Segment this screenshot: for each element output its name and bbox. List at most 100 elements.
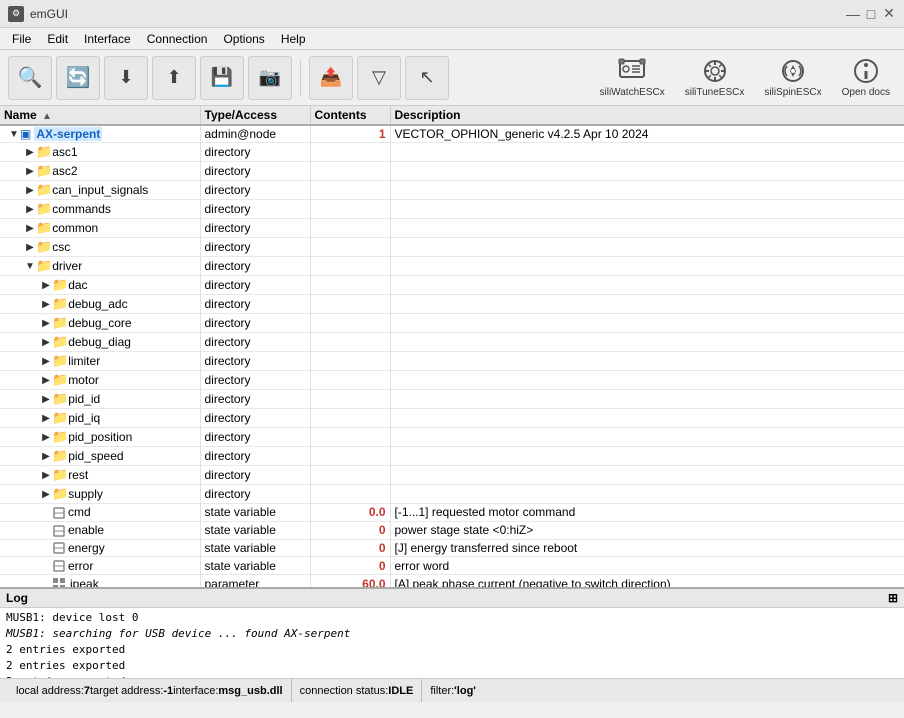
refresh-icon: 🔄 (66, 65, 91, 90)
table-row[interactable]: ▶📁asc2directory (0, 162, 904, 181)
search-icon: 🔍 (18, 65, 43, 90)
expand-button[interactable]: ▶ (24, 165, 36, 177)
desc-cell: VECTOR_OPHION_generic v4.2.5 Apr 10 2024 (390, 125, 904, 143)
expand-button[interactable]: ▶ (24, 146, 36, 158)
table-row[interactable]: ▶📁debug_adcdirectory (0, 295, 904, 314)
col-type-header[interactable]: Type/Access (200, 106, 310, 125)
table-row[interactable]: ▶📁debug_diagdirectory (0, 333, 904, 352)
log-expand-icon[interactable]: ⊞ (888, 591, 898, 605)
contents-cell: 0 (310, 539, 390, 557)
interface-label: interface: (173, 685, 218, 697)
flash-button[interactable]: 💾 (200, 56, 244, 100)
table-row[interactable]: energystate variable0[J] energy transfer… (0, 539, 904, 557)
table-row[interactable]: ▶📁pid_positiondirectory (0, 428, 904, 447)
expand-button[interactable]: ▶ (40, 374, 52, 386)
table-row[interactable]: ▶📁pid_iqdirectory (0, 409, 904, 428)
table-row[interactable]: ▶📁pid_iddirectory (0, 390, 904, 409)
screenshot-button[interactable]: 📷 (248, 56, 292, 100)
node-name: error (68, 559, 93, 573)
col-name-header[interactable]: Name ▲ (0, 106, 200, 125)
desc-cell (390, 143, 904, 162)
download-button[interactable]: ⬇ (104, 56, 148, 100)
table-row[interactable]: ▶📁commandsdirectory (0, 200, 904, 219)
table-row[interactable]: cmdstate variable0.0[-1...1] requested m… (0, 504, 904, 522)
table-row[interactable]: ▶📁motordirectory (0, 371, 904, 390)
log-content[interactable]: MUSB1: device lost 0MUSB1: searching for… (0, 608, 904, 678)
type-cell: directory (200, 162, 310, 181)
table-row[interactable]: ▶📁cscdirectory (0, 238, 904, 257)
table-row[interactable]: ▶📁supplydirectory (0, 485, 904, 504)
minimize-button[interactable]: — (846, 7, 860, 21)
refresh-button[interactable]: 🔄 (56, 56, 100, 100)
param-icon (52, 576, 68, 588)
table-row[interactable]: ipeakparameter60.0[A] peak phase current… (0, 575, 904, 588)
silitunescx-button[interactable]: siliTuneESCx (679, 53, 751, 102)
type-cell: state variable (200, 557, 310, 575)
upload-button[interactable]: ⬆ (152, 56, 196, 100)
toolbar-right: siliWatchESCx siliTuneESCx (594, 53, 896, 102)
expand-button[interactable]: ▶ (40, 317, 52, 329)
table-row[interactable]: ▼▣AX-serpentadmin@node1VECTOR_OPHION_gen… (0, 125, 904, 143)
menu-edit[interactable]: Edit (39, 30, 76, 48)
expand-button[interactable]: ▶ (40, 450, 52, 462)
expand-button[interactable]: ▶ (40, 336, 52, 348)
expand-button[interactable]: ▶ (40, 412, 52, 424)
node-name: commands (52, 202, 111, 216)
filter-button[interactable]: ▽ (357, 56, 401, 100)
expand-button[interactable]: ▶ (24, 241, 36, 253)
table-row[interactable]: enablestate variable0power stage state <… (0, 521, 904, 539)
cursor-button[interactable]: ↖ (405, 56, 449, 100)
desc-cell (390, 200, 904, 219)
siliwatchescx-button[interactable]: siliWatchESCx (594, 53, 671, 102)
table-row[interactable]: ▶📁debug_coredirectory (0, 314, 904, 333)
connection-status-value: IDLE (388, 685, 413, 697)
desc-cell: [-1...1] requested motor command (390, 504, 904, 522)
desc-cell (390, 390, 904, 409)
expand-button[interactable]: ▶ (40, 488, 52, 500)
col-desc-header[interactable]: Description (390, 106, 904, 125)
expand-button[interactable]: ▶ (24, 184, 36, 196)
table-row[interactable]: ▶📁asc1directory (0, 143, 904, 162)
upload-icon: ⬆ (166, 67, 181, 88)
menu-help[interactable]: Help (273, 30, 314, 48)
tree-table-container[interactable]: Name ▲ Type/Access Contents Description … (0, 106, 904, 588)
menu-file[interactable]: File (4, 30, 39, 48)
expand-button[interactable]: ▶ (40, 355, 52, 367)
expand-button[interactable]: ▶ (24, 203, 36, 215)
node-name: debug_core (68, 316, 131, 330)
expand-button[interactable]: ▶ (40, 298, 52, 310)
desc-cell (390, 466, 904, 485)
table-row[interactable]: ▶📁can_input_signalsdirectory (0, 181, 904, 200)
expand-button[interactable]: ▶ (40, 469, 52, 481)
type-cell: directory (200, 219, 310, 238)
camera-icon: 📷 (259, 67, 281, 88)
menu-connection[interactable]: Connection (139, 30, 216, 48)
table-row[interactable]: ▶📁pid_speeddirectory (0, 447, 904, 466)
table-row[interactable]: ▶📁commondirectory (0, 219, 904, 238)
node-name: supply (68, 487, 103, 501)
app-title: emGUI (30, 7, 68, 21)
menu-interface[interactable]: Interface (76, 30, 139, 48)
search-button[interactable]: 🔍 (8, 56, 52, 100)
menu-bar: File Edit Interface Connection Options H… (0, 28, 904, 50)
expand-button[interactable]: ▼ (24, 260, 36, 272)
table-row[interactable]: errorstate variable0error word (0, 557, 904, 575)
table-row[interactable]: ▼📁driverdirectory (0, 257, 904, 276)
maximize-button[interactable]: □ (864, 7, 878, 21)
open-docs-button[interactable]: Open docs (836, 53, 896, 102)
expand-button[interactable]: ▶ (24, 222, 36, 234)
expand-button[interactable]: ▶ (40, 393, 52, 405)
app-icon: ⚙ (8, 6, 24, 22)
expand-button[interactable]: ▼ (8, 128, 20, 140)
silispinescx-button[interactable]: siliSpinESCx (758, 53, 827, 102)
menu-options[interactable]: Options (215, 30, 272, 48)
close-button[interactable]: ✕ (882, 7, 896, 21)
table-row[interactable]: ▶📁limiterdirectory (0, 352, 904, 371)
col-contents-header[interactable]: Contents (310, 106, 390, 125)
expand-button[interactable]: ▶ (40, 431, 52, 443)
table-row[interactable]: ▶📁restdirectory (0, 466, 904, 485)
export-button[interactable]: 📤 (309, 56, 353, 100)
log-line: 2 entries exported (6, 658, 898, 674)
expand-button[interactable]: ▶ (40, 279, 52, 291)
table-row[interactable]: ▶📁dacdirectory (0, 276, 904, 295)
